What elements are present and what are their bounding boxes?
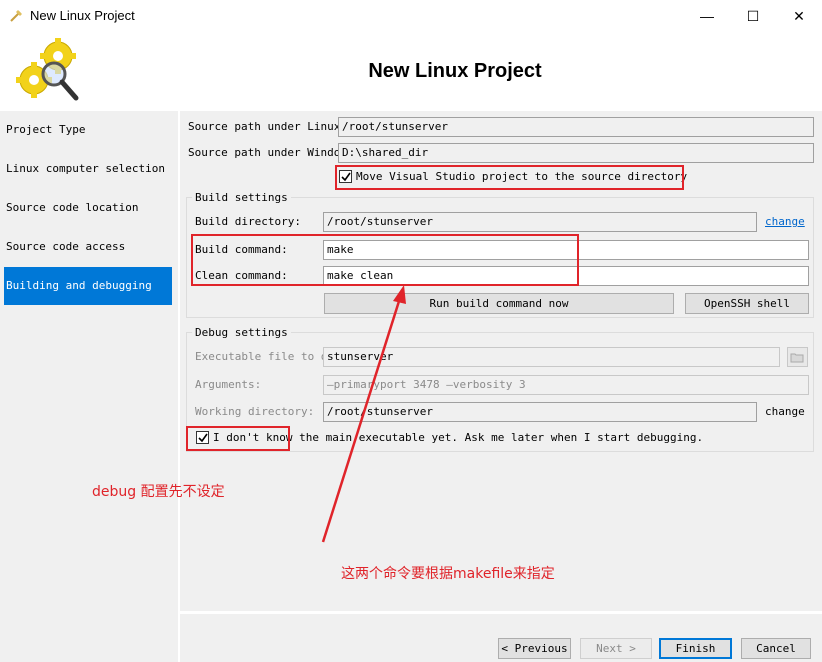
next-label: Next <box>596 642 623 655</box>
previous-button[interactable]: < Previous <box>498 638 571 659</box>
annotation-arrow-icon <box>321 285 406 543</box>
cancel-button[interactable]: Cancel <box>741 638 811 659</box>
chevron-left-icon: < <box>501 642 515 655</box>
next-button[interactable]: Next > <box>580 638 652 659</box>
finish-button[interactable]: Finish <box>659 638 732 659</box>
previous-label: Previous <box>514 642 568 655</box>
chevron-right-icon: > <box>622 642 636 655</box>
